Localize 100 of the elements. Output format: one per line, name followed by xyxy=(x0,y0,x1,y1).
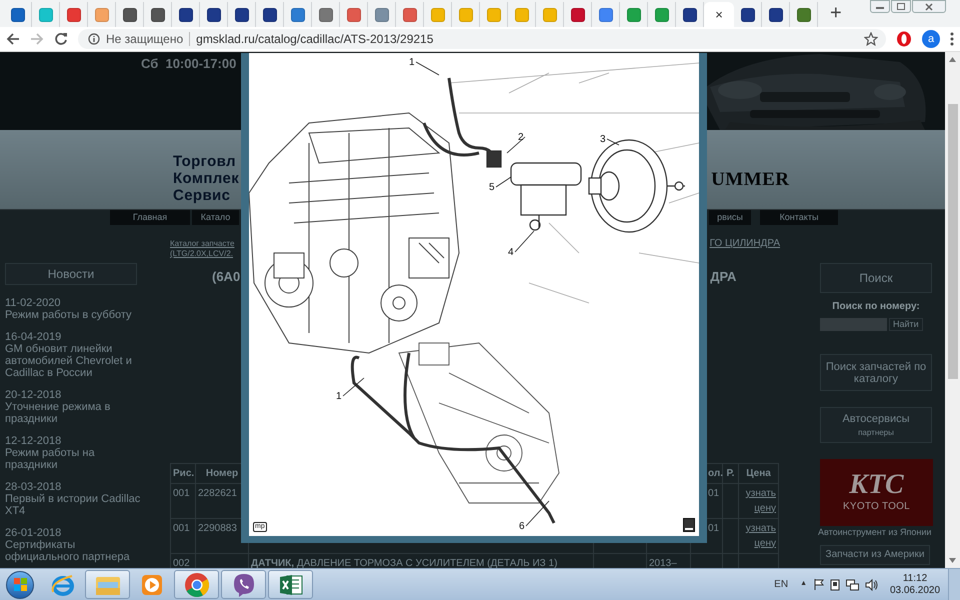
favicon-icon xyxy=(94,8,108,22)
column-header: Цена xyxy=(746,468,771,478)
language-indicator[interactable]: EN xyxy=(774,577,788,592)
page-title: (6А0 xyxy=(212,268,240,286)
news-heading: Новости xyxy=(5,263,137,285)
scroll-up-icon[interactable] xyxy=(949,57,956,62)
figure-number: 001 xyxy=(173,486,191,500)
news-date: 16-04-2019 xyxy=(5,331,62,343)
company-name-line: Торговл xyxy=(173,153,237,170)
favicon-icon xyxy=(626,8,640,22)
favicon-icon xyxy=(740,8,754,22)
america-parts-link[interactable]: Запчасти из Америки xyxy=(820,544,930,564)
info-icon[interactable] xyxy=(88,33,100,45)
favicon-icon xyxy=(486,8,500,22)
breadcrumb-link[interactable]: Каталог запчасте xyxy=(170,239,234,249)
menu-icon[interactable] xyxy=(950,32,954,46)
back-icon[interactable] xyxy=(6,32,20,46)
url-text[interactable]: gmsklad.ru/catalog/cadillac/ATS-2013/29215 xyxy=(196,30,858,48)
favicon-icon xyxy=(122,8,136,22)
leader-line xyxy=(526,500,550,526)
volume-icon[interactable] xyxy=(865,578,878,590)
favicon-icon xyxy=(374,8,388,22)
year-range: 2013– xyxy=(649,556,678,568)
column-header: Номер xyxy=(206,468,238,478)
clock-time[interactable]: 11:12 xyxy=(902,572,928,584)
favicon-icon xyxy=(262,8,276,22)
restore-button[interactable] xyxy=(891,0,911,13)
leader-line xyxy=(416,62,440,76)
browser-tab[interactable]: × xyxy=(704,2,734,27)
callout-number: 3 xyxy=(600,134,606,145)
banner-subtitle: KYOTO TOOL xyxy=(843,500,910,514)
minimize-button[interactable] xyxy=(870,0,890,13)
profile-avatar[interactable]: a xyxy=(922,30,940,48)
ktc-logo: KTC xyxy=(849,471,904,499)
company-name-line: Комплек xyxy=(173,170,240,187)
breadcrumb-link[interactable]: ГО ЦИЛИНДРА xyxy=(710,239,780,259)
callout-number: 1 xyxy=(336,391,342,402)
favicon-icon xyxy=(542,8,556,22)
favicon-icon xyxy=(458,8,472,22)
figure-number: 001 xyxy=(173,522,191,536)
nav-item[interactable]: Контакты xyxy=(760,210,838,225)
search-heading: Поиск xyxy=(820,263,932,293)
taskbar-button[interactable] xyxy=(268,570,313,599)
search-button[interactable]: Найти xyxy=(889,318,923,331)
opera-icon[interactable] xyxy=(896,31,912,47)
news-date: 20-12-2018 xyxy=(5,389,62,401)
part-number: 2290883 xyxy=(198,522,238,536)
news-link[interactable]: Режим работы на праздники xyxy=(5,447,145,471)
new-tab-button[interactable]: + xyxy=(830,3,842,23)
favicon-icon xyxy=(66,8,80,22)
play-icon xyxy=(141,574,163,596)
news-link[interactable]: Первый в истории Cadillac XT4 xyxy=(5,493,145,517)
address-bar[interactable]: Не защищено gmsklad.ru/catalog/cadillac/ATS-2013/29215 xyxy=(78,29,886,49)
quantity-text: 01 xyxy=(707,522,720,536)
company-name-line: Сервис xyxy=(173,187,232,204)
close-button[interactable] xyxy=(912,0,946,13)
banner-caption: Автоинструмент из Японии xyxy=(818,526,932,539)
clock-date[interactable]: 03.06.2020 xyxy=(890,584,940,596)
star-icon[interactable] xyxy=(864,32,878,46)
close-icon xyxy=(925,2,933,10)
taskbar-button[interactable] xyxy=(221,570,266,599)
part-description: ДАТЧИК, ДАВЛЕНИЕ ТОРМОЗА С УСИЛИТЕЛЕМ (ДЕТАЛЬ ИЗ 1) xyxy=(251,556,558,568)
news-date: 26-01-2018 xyxy=(5,527,62,539)
favicon-icon xyxy=(768,8,782,22)
callout-number: 4 xyxy=(508,247,514,258)
search-label: Поиск по номеру: xyxy=(831,300,921,314)
ktc-banner[interactable]: KTC KYOTO TOOL xyxy=(820,459,933,526)
nav-item[interactable]: рвисы xyxy=(709,210,751,225)
taskbar-button[interactable] xyxy=(174,570,219,599)
column-header: Рис. xyxy=(173,468,194,478)
nav-item[interactable]: Главная xyxy=(110,210,190,225)
network-icon[interactable] xyxy=(846,578,859,590)
search-field[interactable] xyxy=(820,318,887,331)
taskbar-button[interactable] xyxy=(85,570,130,599)
services-link[interactable]: Автосервисы xyxy=(842,410,910,428)
catalog-search-link[interactable]: Поиск запчастей по каталогу xyxy=(820,354,932,391)
reload-icon[interactable] xyxy=(54,32,68,46)
spreadsheet-icon xyxy=(278,572,304,596)
news-link[interactable]: Сертификаты официального партнера xyxy=(5,539,145,563)
favicon-icon xyxy=(402,8,416,22)
scrollbar[interactable] xyxy=(945,52,960,568)
news-link[interactable]: GM обновит линейки автомобилей Chevrolet и Cadillac в России xyxy=(5,343,145,379)
page-title: ДРА xyxy=(710,268,736,286)
column-header: Р. xyxy=(726,468,734,478)
news-date: 11-02-2020 xyxy=(5,297,62,309)
callout-number: 5 xyxy=(489,182,495,193)
news-link[interactable]: Уточнение режима в праздники xyxy=(5,401,145,425)
favicon-icon xyxy=(206,8,220,22)
breadcrumb-link[interactable]: (LTG/2.0X,LCV/2. xyxy=(170,249,233,259)
scroll-down-icon[interactable] xyxy=(949,558,956,563)
nav-item[interactable]: Катало xyxy=(192,210,239,225)
brand-logo: UMMER xyxy=(711,168,790,192)
flag-icon[interactable] xyxy=(814,579,824,590)
favicon-icon xyxy=(430,8,444,22)
news-link[interactable]: Режим работы в субботу xyxy=(5,309,145,321)
device-icon[interactable] xyxy=(830,578,840,590)
services-panel[interactable]: Автосервисы партнеры xyxy=(820,407,932,443)
start-button[interactable] xyxy=(6,570,34,598)
favicon-icon xyxy=(234,8,248,22)
favicon-icon xyxy=(178,8,192,22)
